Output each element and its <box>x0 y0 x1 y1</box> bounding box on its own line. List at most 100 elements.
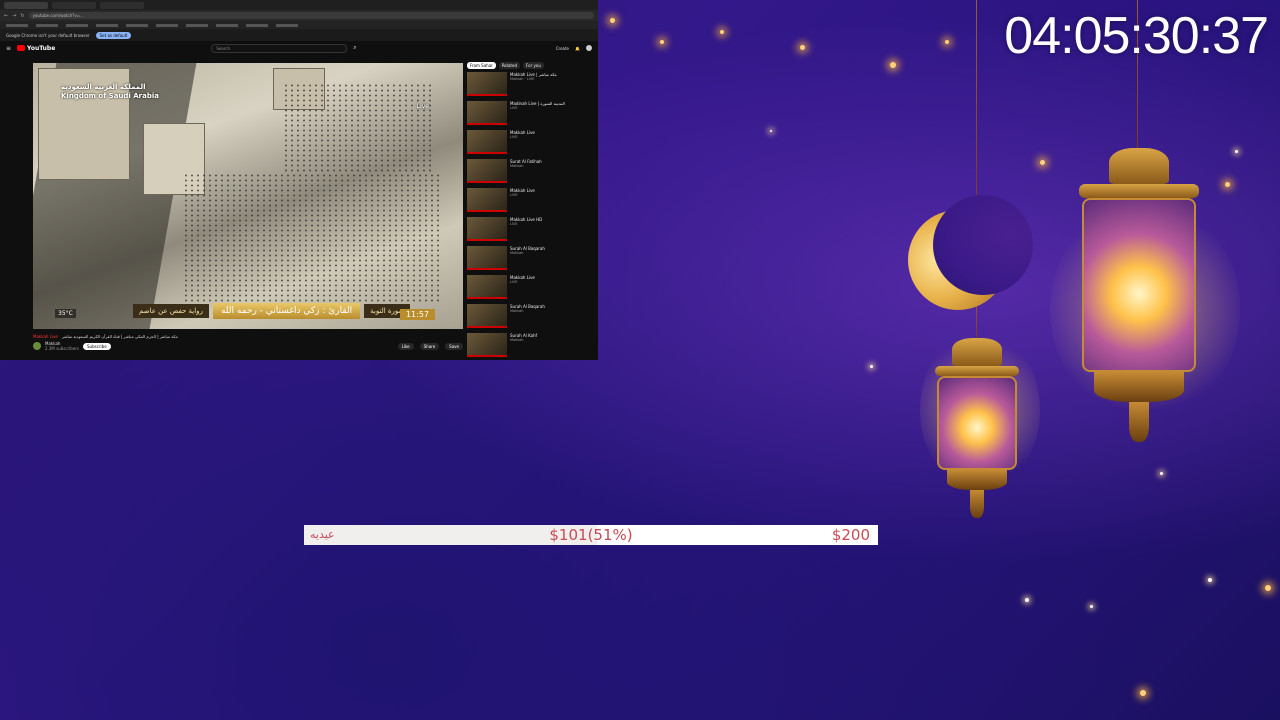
recommendation-channel: LIVE <box>510 135 518 139</box>
sparkle <box>610 18 615 23</box>
browser-tab[interactable] <box>4 1 48 9</box>
recommendation-channel: Makkah <box>510 309 524 313</box>
recommendation-item[interactable]: Madinah Live | المدينة المنورة LIVE <box>467 101 593 128</box>
video-thumbnail[interactable] <box>467 188 507 212</box>
bookmark[interactable] <box>186 23 208 27</box>
recommendation-item[interactable]: Makkah Live LIVE <box>467 188 593 215</box>
bookmark[interactable] <box>6 23 28 27</box>
chip-for-you[interactable]: For you <box>523 61 544 69</box>
notifications-icon[interactable]: 🔔 <box>575 46 580 51</box>
recommendation-channel: Makkah <box>510 251 524 255</box>
lower-third: رواية حفص عن عاصم القارئ : زكي داغستاني … <box>133 303 411 319</box>
bookmark[interactable] <box>276 23 298 27</box>
video-title: مكة مباشر | الحرم المكي مباشر | قناة الق… <box>61 333 178 339</box>
sparkle <box>770 130 772 132</box>
recommendation-item[interactable]: Makkah Live LIVE <box>467 130 593 157</box>
video-thumbnail[interactable] <box>467 304 507 328</box>
video-thumbnail[interactable] <box>467 72 507 96</box>
channel-watermark: المملكة العربية السعودية Kingdom of Saud… <box>61 83 159 100</box>
infobar-text: Google Chrome isn't your default browser <box>6 32 90 38</box>
sparkle <box>890 62 896 68</box>
recommendation-channel: LIVE <box>510 280 518 284</box>
video-meta: Makkah Live مكة مباشر | الحرم المكي مباش… <box>33 331 463 351</box>
goal-raised: $101(51%) <box>549 526 633 544</box>
live-watermark: Live <box>416 103 429 110</box>
video-thumbnail[interactable] <box>467 275 507 299</box>
bookmark[interactable] <box>126 23 148 27</box>
recommendation-channel: LIVE <box>510 222 518 226</box>
recommendation-channel: LIVE <box>510 193 518 197</box>
live-badge: Makkah Live <box>33 333 58 339</box>
search-icon[interactable]: ⌕ <box>353 44 356 52</box>
recommendation-item[interactable]: Makkah Live | مكة مباشر Makkah · LIVE <box>467 72 593 99</box>
video-thumbnail[interactable] <box>467 159 507 183</box>
video-thumbnail[interactable] <box>467 101 507 125</box>
recommendation-item[interactable]: Makkah Live HD LIVE <box>467 217 593 244</box>
forward-icon[interactable]: → <box>12 13 16 19</box>
youtube-logo[interactable]: YouTube <box>17 45 55 52</box>
recommendation-channel: Makkah <box>510 338 524 342</box>
sparkle <box>1160 472 1163 475</box>
subscriber-count: 2.3M subscribers <box>45 346 80 351</box>
crowd <box>283 83 433 173</box>
video-thumbnail[interactable] <box>467 130 507 154</box>
bookmark[interactable] <box>36 23 58 27</box>
bookmarks-bar <box>0 21 598 29</box>
recommendation-item[interactable]: Surat Al Fatihah Makkah <box>467 159 593 186</box>
sparkle <box>870 365 873 368</box>
bookmark[interactable] <box>66 23 88 27</box>
bookmark[interactable] <box>156 23 178 27</box>
crescent-cut <box>933 195 1033 295</box>
recommendation-item[interactable]: Makkah Live LIVE <box>467 275 593 302</box>
sparkle <box>1090 605 1093 608</box>
menu-icon[interactable]: ≡ <box>6 45 11 52</box>
bookmark[interactable] <box>216 23 238 27</box>
sparkle <box>720 30 724 34</box>
sparkle <box>660 40 664 44</box>
reload-icon[interactable]: ↻ <box>20 13 24 19</box>
reciter-label: القارئ : زكي داغستاني - رحمه الله <box>212 303 361 319</box>
recommendation-item[interactable]: Surah Al Baqarah Makkah <box>467 246 593 273</box>
default-browser-infobar: Google Chrome isn't your default browser… <box>0 29 598 41</box>
temperature-label: 35°C <box>55 309 76 318</box>
avatar[interactable] <box>586 45 592 51</box>
recommendation-channel: Makkah · LIVE <box>510 77 535 81</box>
recommendations-sidebar: From Sahar Related For you Makkah Live |… <box>467 60 593 360</box>
video-thumbnail[interactable] <box>467 333 507 357</box>
share-button[interactable]: Share <box>419 342 440 350</box>
large-lantern-icon <box>1078 148 1200 442</box>
browser-tab[interactable] <box>100 1 144 9</box>
subscribe-button[interactable]: Subscribe <box>83 342 111 350</box>
browser-tab[interactable] <box>52 1 96 9</box>
address-bar-row: ← → ↻ youtube.com/watch?v=... <box>0 10 598 21</box>
recommendation-item[interactable]: Surah Al Baqarah Makkah <box>467 304 593 331</box>
recommendation-item[interactable]: Surah Al Kahf Makkah <box>467 333 593 360</box>
bookmark[interactable] <box>96 23 118 27</box>
chip-from-sahar[interactable]: From Sahar <box>467 61 496 69</box>
channel-avatar[interactable] <box>33 342 41 350</box>
video-thumbnail[interactable] <box>467 246 507 270</box>
goal-target: $200 <box>831 526 870 544</box>
chip-related[interactable]: Related <box>498 61 521 69</box>
small-lantern-icon <box>934 338 1020 518</box>
video-player[interactable]: المملكة العربية السعودية Kingdom of Saud… <box>33 63 463 329</box>
video-title-row: Makkah Live مكة مباشر | الحرم المكي مباش… <box>33 331 463 341</box>
channel-row: Makkah 2.3M subscribers Subscribe Like S… <box>33 341 463 351</box>
search-input[interactable]: Search <box>211 43 348 53</box>
donation-goal-bar: عيديه $101(51%) $200 <box>304 525 878 545</box>
save-button[interactable]: Save <box>445 342 463 350</box>
create-button[interactable]: Create <box>556 46 569 51</box>
sparkle <box>1225 182 1230 187</box>
set-default-button[interactable]: Set as default <box>95 31 132 39</box>
bookmark[interactable] <box>246 23 268 27</box>
filter-chips: From Sahar Related For you <box>467 60 593 70</box>
back-icon[interactable]: ← <box>4 13 8 19</box>
address-bar[interactable]: youtube.com/watch?v=... <box>28 12 594 19</box>
sparkle <box>1025 598 1029 602</box>
countdown-timer: 04:05:30:37 <box>1004 7 1269 65</box>
video-thumbnail[interactable] <box>467 217 507 241</box>
browser-window[interactable]: ← → ↻ youtube.com/watch?v=... Google Chr… <box>0 0 598 360</box>
recommendation-channel: LIVE <box>510 106 518 110</box>
sparkle <box>1208 578 1212 582</box>
like-button[interactable]: Like <box>397 342 414 350</box>
